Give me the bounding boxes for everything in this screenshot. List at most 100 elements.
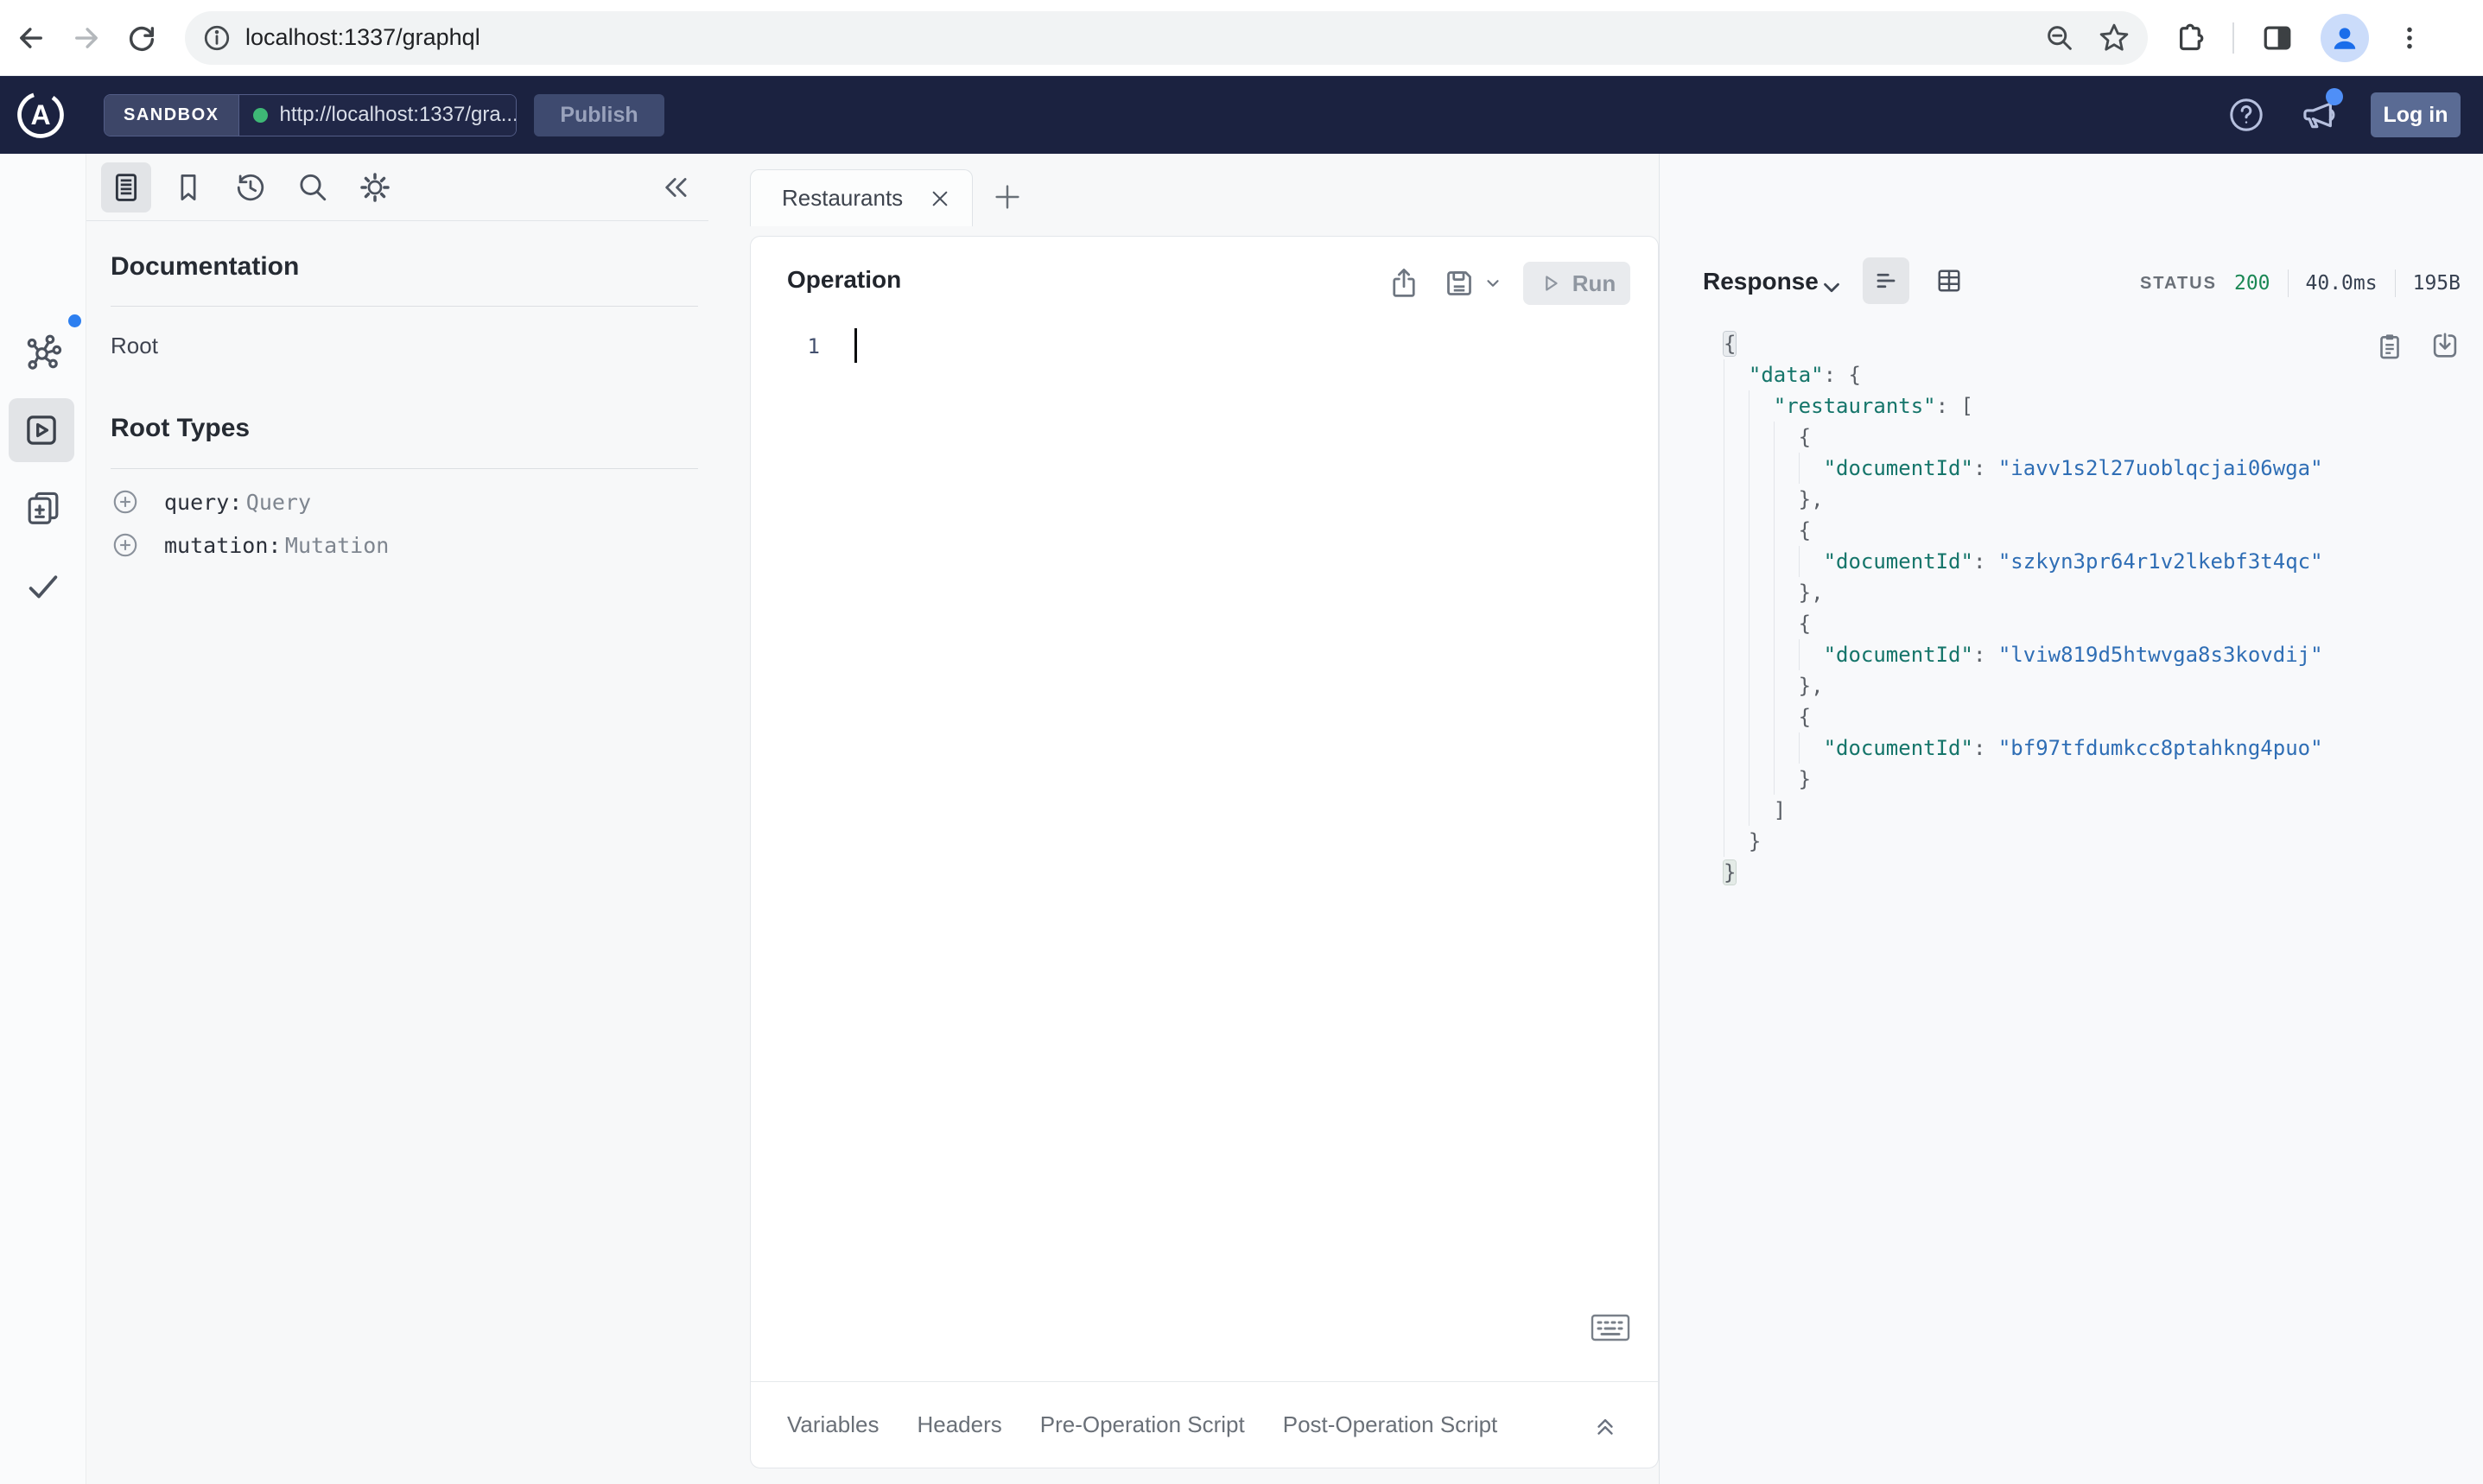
json-line: } [1724,764,2323,795]
url-bar[interactable]: localhost:1337/graphql [185,10,2148,65]
apollo-logo-icon[interactable]: A [16,90,66,140]
json-line: } [1724,826,2323,857]
tab-pre-operation-script[interactable]: Pre-Operation Script [1040,1411,1245,1438]
announcements-icon[interactable] [2298,88,2343,135]
status-label: STATUS [2139,273,2217,293]
forward-icon[interactable] [62,14,111,62]
json-line: "restaurants": [ [1724,390,2323,422]
root-link[interactable]: Root [111,333,158,359]
new-tab-icon[interactable] [992,181,1023,212]
json-line: { [1724,515,2323,546]
env-badge: SANDBOX [105,94,239,136]
circle-plus-icon[interactable] [111,530,140,560]
field-type[interactable]: Query [246,490,311,515]
schema-diff-icon[interactable] [23,488,63,528]
saved-operations-bookmark-icon[interactable] [163,162,213,212]
response-time: 40.0ms [2305,272,2378,295]
copy-response-icon[interactable] [2373,330,2406,363]
keyboard-shortcuts-icon[interactable] [1591,1313,1630,1342]
operation-tab[interactable]: Restaurants [750,169,973,226]
save-operation-icon[interactable] [1442,266,1502,301]
json-line: "documentId": "lviw819d5htwvga8s3kovdij" [1724,639,2323,670]
apollo-logo-letter: A [30,98,51,130]
field-type[interactable]: Mutation [285,533,389,558]
close-tab-icon[interactable] [929,187,951,210]
left-rail [0,154,86,1484]
query-type-row[interactable]: query: Query [111,483,311,521]
publish-button[interactable]: Publish [534,93,664,136]
zoom-out-icon[interactable] [2044,22,2075,54]
response-json: {"data": {"restaurants": [{"documentId":… [1724,328,2323,888]
collapse-footer-icon[interactable] [1591,1411,1620,1440]
divider [111,306,698,307]
endpoint-url: http://localhost:1337/gra... [279,103,517,126]
docs-toolbar [86,154,708,221]
response-title: Response [1703,268,1819,295]
back-icon[interactable] [7,14,55,62]
run-play-icon [1545,276,1558,291]
json-line: { [1724,701,2323,732]
field-name[interactable]: query: [164,490,242,515]
search-icon[interactable] [288,162,338,212]
json-line: { [1724,422,2323,453]
login-button[interactable]: Log in [2371,92,2461,137]
schema-graph-icon[interactable] [23,333,63,372]
circle-plus-icon[interactable] [111,487,140,517]
settings-gear-icon[interactable] [350,162,400,212]
browser-actions [2172,13,2424,62]
response-menu-chevron-icon[interactable] [1819,275,1845,301]
response-panel: Response STATUS 200 40.0ms 195B {"data": [1659,154,2483,1484]
operation-area: Restaurants Operation Run 1 Variables He… [708,154,1659,1484]
table-view-toggle[interactable] [1926,257,1972,304]
operation-editor-input[interactable] [880,329,1623,364]
operation-title: Operation [787,266,902,293]
json-line: } [1724,860,1737,885]
side-panel-icon[interactable] [2260,21,2295,55]
explorer-tab-selected[interactable] [9,398,74,462]
editor-line-number: 1 [807,334,820,358]
share-operation-icon[interactable] [1387,266,1421,301]
tab-headers[interactable]: Headers [917,1411,1001,1438]
json-line: "data": { [1724,359,2323,390]
browser-menu-icon[interactable] [2395,23,2424,53]
json-line: "documentId": "bf97tfdumkcc8ptahkng4puo" [1724,732,2323,764]
checks-icon[interactable] [23,567,63,606]
browser-toolbar: localhost:1337/graphql [0,0,2483,76]
announcement-badge [2326,88,2343,105]
history-icon[interactable] [225,162,276,212]
divider [2394,270,2396,297]
extensions-icon[interactable] [2172,21,2207,55]
help-icon[interactable] [2227,96,2265,134]
app-root: localhost:1337/graphql A SANDBOX http://… [0,0,2483,1484]
site-info-icon[interactable] [202,23,232,53]
schema-badge-dot [68,314,81,327]
status-code: 200 [2233,272,2270,295]
raw-view-toggle[interactable] [1863,257,1909,304]
url-text[interactable]: localhost:1337/graphql [245,24,2044,51]
run-button[interactable]: Run [1523,262,1630,305]
bookmark-star-icon[interactable] [2098,22,2131,54]
tab-variables[interactable]: Variables [787,1411,879,1438]
operation-editor-card: Operation Run 1 Variables Headers Pre-Op… [750,236,1659,1468]
reload-icon[interactable] [117,14,166,62]
documentation-tab-icon[interactable] [101,162,151,212]
connection-status-dot [252,107,268,123]
response-status-bar: STATUS 200 40.0ms 195B [2140,270,2461,297]
save-menu-chevron-icon [1487,280,1499,287]
collapse-docs-icon[interactable] [651,162,702,212]
json-line: "documentId": "iavv1s2l27uoblqcjai06wga" [1724,453,2323,484]
tab-post-operation-script[interactable]: Post-Operation Script [1283,1411,1498,1438]
mutation-type-row[interactable]: mutation: Mutation [111,526,389,564]
operation-footer: Variables Headers Pre-Operation Script P… [751,1381,1658,1468]
field-name[interactable]: mutation: [164,533,281,558]
sandbox-header: A SANDBOX http://localhost:1337/gra... P… [0,76,2483,154]
tab-label: Restaurants [782,185,904,211]
download-response-icon[interactable] [2429,330,2461,363]
profile-avatar[interactable] [2321,13,2369,62]
endpoint-field[interactable]: http://localhost:1337/gra... [238,94,517,136]
response-size: 195B [2412,272,2461,295]
json-line: }, [1724,484,2323,515]
json-line: }, [1724,670,2323,701]
docs-title: Documentation [111,252,300,281]
editor-caret [854,328,857,363]
